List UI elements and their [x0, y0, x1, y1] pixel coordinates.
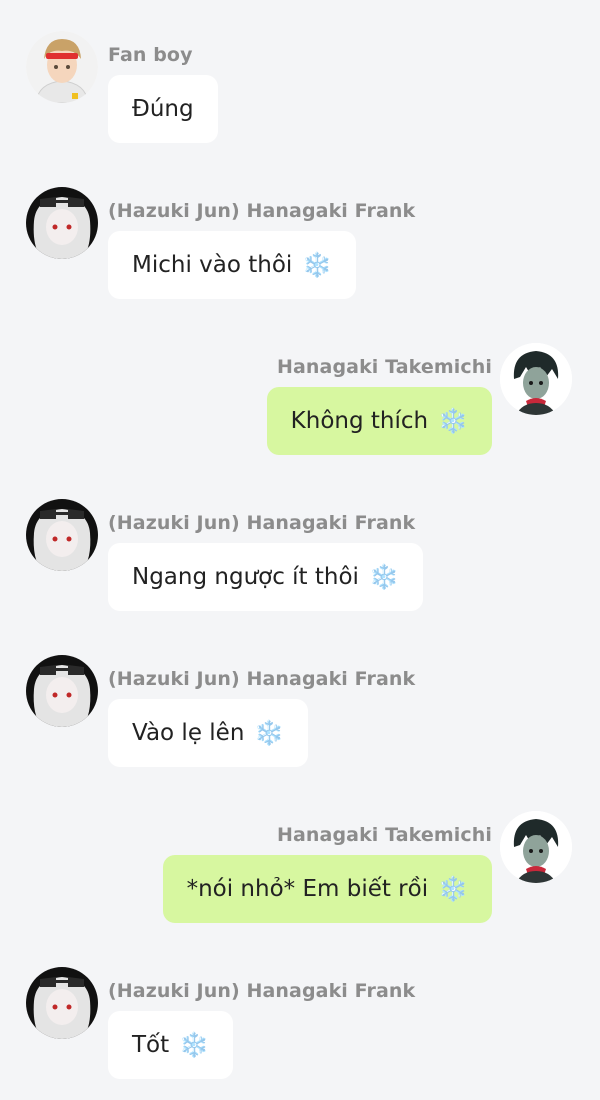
sender-name: (Hazuki Jun) Hanagaki Frank [108, 668, 416, 690]
snowflake-icon: ❄️ [438, 875, 468, 903]
frank-avatar[interactable] [26, 187, 98, 259]
message-text: Không thích [290, 408, 429, 434]
fanboy-avatar[interactable] [26, 31, 98, 103]
sender-name: (Hazuki Jun) Hanagaki Frank [108, 980, 416, 1002]
frank-avatar[interactable] [26, 655, 98, 727]
snowflake-icon: ❄️ [254, 719, 285, 747]
message-text: Vào lẹ lên [132, 720, 245, 746]
sender-name: Hanagaki Takemichi [276, 824, 492, 846]
frank-avatar[interactable] [26, 967, 98, 1039]
sender-name: Fan boy [108, 44, 193, 66]
takemichi-avatar[interactable] [500, 811, 572, 883]
sender-name: Hanagaki Takemichi [276, 356, 492, 378]
sender-name: (Hazuki Jun) Hanagaki Frank [108, 512, 416, 534]
message-bubble[interactable]: Michi vào thôi ❄️ [108, 231, 357, 299]
snowflake-icon: ❄️ [302, 251, 333, 279]
message-text: *nói nhỏ* Em biết rồi [186, 876, 429, 902]
snowflake-icon: ❄️ [179, 1031, 210, 1059]
message-text: Tốt [132, 1032, 170, 1058]
snowflake-icon: ❄️ [438, 407, 468, 435]
message-text: Đúng [132, 96, 194, 122]
snowflake-icon: ❄️ [368, 563, 399, 591]
sender-name: (Hazuki Jun) Hanagaki Frank [108, 200, 416, 222]
message-bubble[interactable]: *nói nhỏ* Em biết rồi ❄️ [162, 855, 492, 923]
message-bubble[interactable]: Vào lẹ lên ❄️ [108, 699, 309, 767]
message-text: Michi vào thôi [132, 252, 293, 278]
message-bubble[interactable]: Tốt ❄️ [108, 1011, 234, 1079]
message-bubble[interactable]: Không thích ❄️ [266, 387, 492, 455]
message-text: Ngang ngược ít thôi [132, 564, 359, 590]
message-bubble[interactable]: Ngang ngược ít thôi ❄️ [108, 543, 423, 611]
takemichi-avatar[interactable] [500, 343, 572, 415]
frank-avatar[interactable] [26, 499, 98, 571]
message-bubble[interactable]: Đúng [108, 75, 218, 143]
